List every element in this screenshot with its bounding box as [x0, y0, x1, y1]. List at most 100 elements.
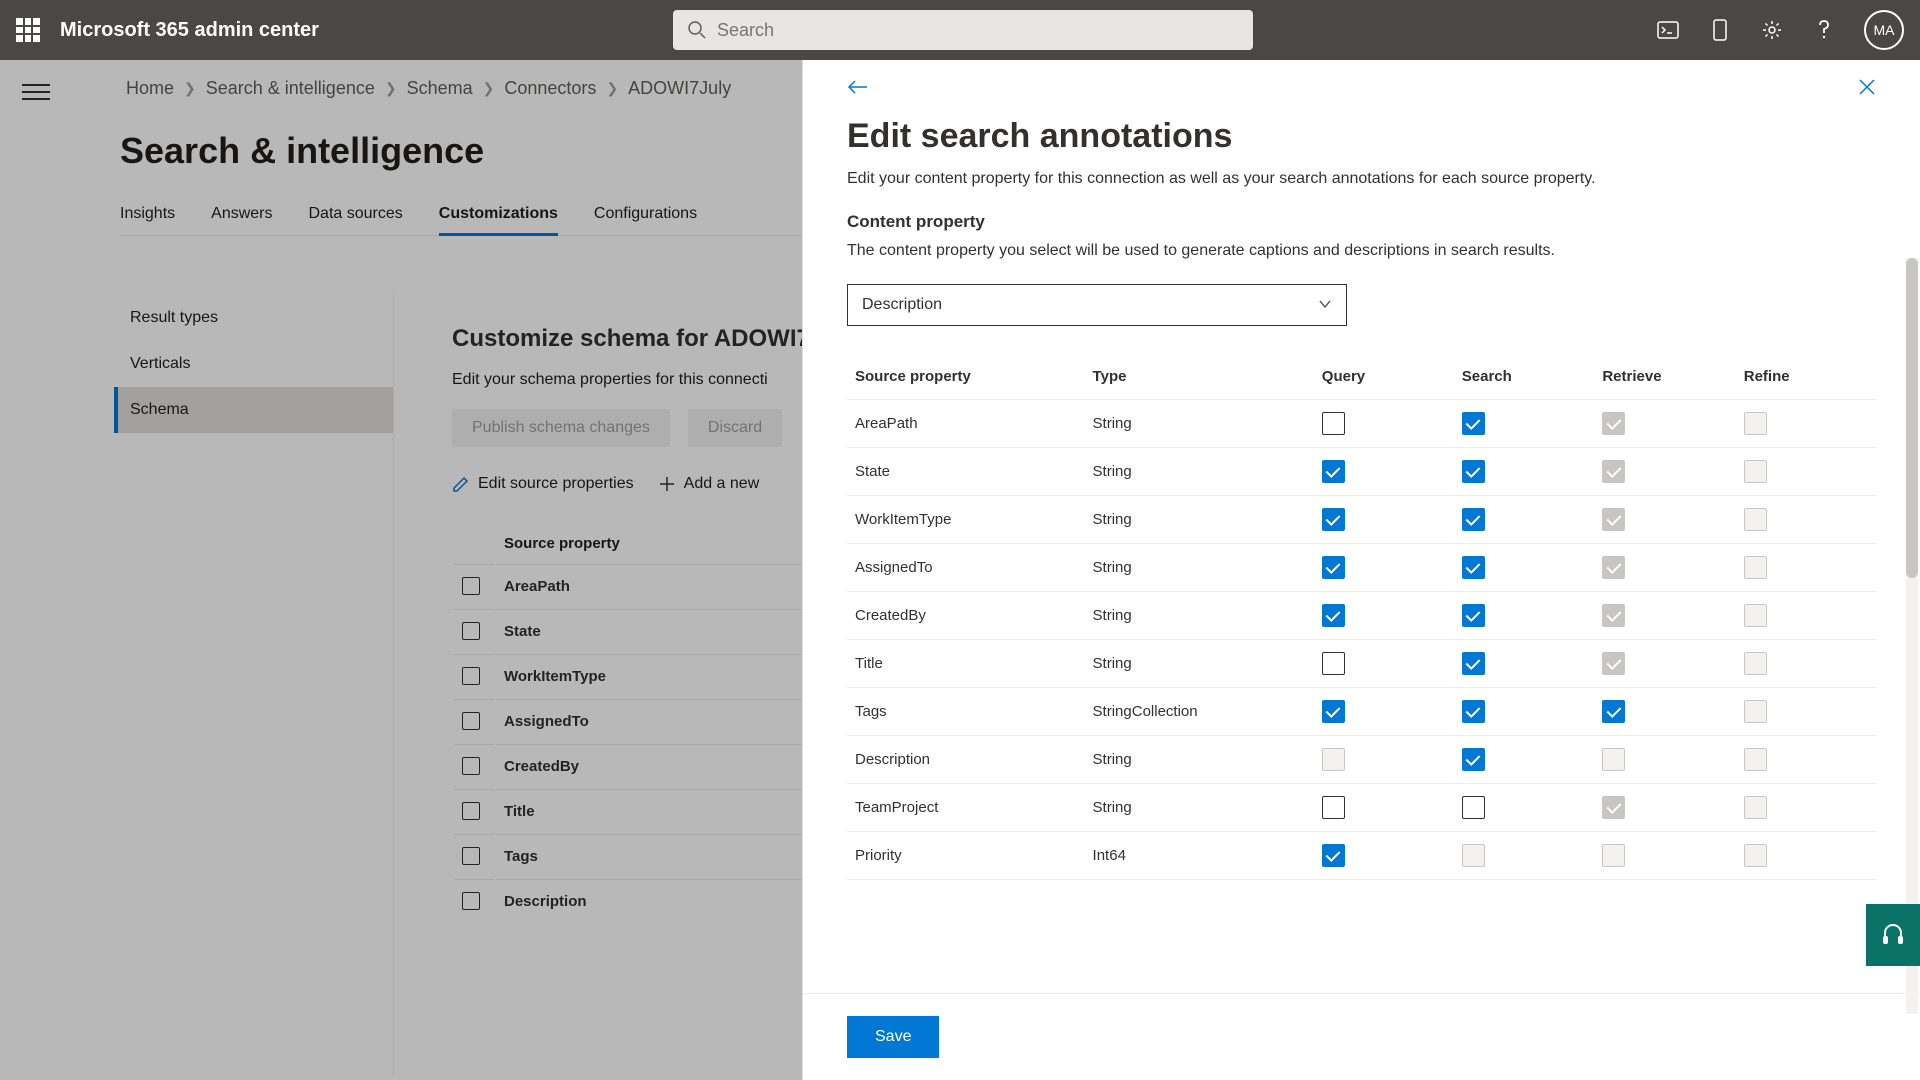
subnav-schema[interactable]: Schema	[114, 387, 393, 433]
tab-configurations[interactable]: Configurations	[594, 205, 697, 235]
checkbox[interactable]	[1462, 508, 1485, 531]
checkbox[interactable]	[1462, 604, 1485, 627]
cell-type: String	[1085, 640, 1314, 688]
add-new-button[interactable]: Add a new	[658, 475, 760, 493]
breadcrumb-item[interactable]: Home	[126, 78, 174, 99]
tab-answers[interactable]: Answers	[211, 205, 272, 235]
checkbox[interactable]	[1322, 556, 1345, 579]
breadcrumb-item[interactable]: Connectors	[504, 78, 596, 99]
row-checkbox[interactable]	[462, 667, 480, 685]
breadcrumb-item[interactable]: ADOWI7July	[628, 78, 731, 99]
checkbox[interactable]	[1322, 508, 1345, 531]
discard-button[interactable]: Discard	[688, 409, 782, 447]
checkbox[interactable]	[1462, 748, 1485, 771]
link-label: Add a new	[684, 475, 760, 493]
checkbox[interactable]	[1462, 556, 1485, 579]
tab-data-sources[interactable]: Data sources	[309, 205, 403, 235]
column-header[interactable]: Query	[1314, 356, 1454, 400]
cell-type: String	[1085, 400, 1314, 448]
column-header[interactable]: Type	[1085, 356, 1314, 400]
checkbox[interactable]	[1322, 460, 1345, 483]
annotations-table: Source property Type Query Search Retrie…	[847, 356, 1876, 880]
row-checkbox[interactable]	[462, 577, 480, 595]
table-row: WorkItemType String	[847, 496, 1876, 544]
checkbox	[1744, 556, 1767, 579]
checkbox[interactable]	[1462, 700, 1485, 723]
search-input[interactable]	[717, 20, 1239, 41]
checkbox[interactable]	[1322, 604, 1345, 627]
checkbox	[1744, 700, 1767, 723]
chevron-down-icon	[1318, 296, 1332, 314]
cell-type: Int64	[1085, 832, 1314, 880]
checkbox[interactable]	[1462, 460, 1485, 483]
gear-icon[interactable]	[1760, 18, 1784, 42]
edit-annotations-panel: Edit search annotations Edit your conten…	[802, 60, 1920, 1080]
save-button[interactable]: Save	[847, 1016, 939, 1058]
row-checkbox[interactable]	[462, 757, 480, 775]
global-search[interactable]	[673, 10, 1253, 50]
chevron-right-icon: ❯	[385, 80, 397, 97]
column-header[interactable]: Retrieve	[1594, 356, 1735, 400]
topbar: Microsoft 365 admin center MA	[0, 0, 1920, 60]
subnav-result-types[interactable]: Result types	[114, 295, 393, 341]
checkbox[interactable]	[1602, 700, 1625, 723]
subnav-verticals[interactable]: Verticals	[114, 341, 393, 387]
checkbox	[1744, 460, 1767, 483]
breadcrumb-item[interactable]: Schema	[407, 78, 473, 99]
edit-icon	[452, 475, 470, 493]
tab-customizations[interactable]: Customizations	[439, 205, 558, 235]
checkbox[interactable]	[1322, 652, 1345, 675]
cell-source: Description	[847, 736, 1085, 784]
row-checkbox[interactable]	[462, 892, 480, 910]
avatar[interactable]: MA	[1864, 10, 1904, 50]
chevron-right-icon: ❯	[184, 80, 196, 97]
column-header[interactable]: Source property	[847, 356, 1085, 400]
tab-insights[interactable]: Insights	[120, 205, 175, 235]
checkbox[interactable]	[1322, 412, 1345, 435]
checkbox[interactable]	[1322, 700, 1345, 723]
close-button[interactable]	[1858, 78, 1876, 99]
breadcrumb-item[interactable]: Search & intelligence	[206, 78, 375, 99]
checkbox[interactable]	[1462, 412, 1485, 435]
nav-toggle-icon[interactable]	[22, 78, 50, 106]
back-button[interactable]	[847, 78, 869, 99]
row-checkbox[interactable]	[462, 847, 480, 865]
table-row: AreaPath String	[847, 400, 1876, 448]
table-row: Priority Int64	[847, 832, 1876, 880]
help-fab[interactable]	[1866, 904, 1920, 966]
table-row: State String	[847, 448, 1876, 496]
column-header[interactable]: Refine	[1736, 356, 1876, 400]
row-checkbox[interactable]	[462, 802, 480, 820]
link-label: Edit source properties	[478, 475, 634, 493]
checkbox	[1602, 748, 1625, 771]
column-header[interactable]: Search	[1454, 356, 1595, 400]
cell-type: String	[1085, 592, 1314, 640]
headset-icon	[1880, 922, 1906, 948]
app-launcher-icon[interactable]	[16, 18, 40, 42]
help-icon[interactable]	[1812, 18, 1836, 42]
plus-icon	[658, 475, 676, 493]
checkbox	[1602, 844, 1625, 867]
scrollbar-thumb[interactable]	[1906, 258, 1918, 578]
dropdown-value: Description	[862, 296, 942, 314]
publish-button[interactable]: Publish schema changes	[452, 409, 670, 447]
cell-type: StringCollection	[1085, 688, 1314, 736]
checkbox	[1744, 796, 1767, 819]
row-checkbox[interactable]	[462, 622, 480, 640]
checkbox[interactable]	[1322, 844, 1345, 867]
app-title: Microsoft 365 admin center	[60, 19, 319, 42]
checkbox	[1602, 460, 1625, 483]
row-checkbox[interactable]	[462, 712, 480, 730]
table-row: Description String	[847, 736, 1876, 784]
checkbox[interactable]	[1462, 796, 1485, 819]
checkbox[interactable]	[1462, 652, 1485, 675]
edit-source-properties-button[interactable]: Edit source properties	[452, 475, 634, 493]
table-row: Tags StringCollection	[847, 688, 1876, 736]
cloud-shell-icon[interactable]	[1656, 18, 1680, 42]
checkbox	[1744, 604, 1767, 627]
checkbox[interactable]	[1322, 796, 1345, 819]
mobile-icon[interactable]	[1708, 18, 1732, 42]
content-property-dropdown[interactable]: Description	[847, 284, 1347, 326]
topbar-actions: MA	[1656, 10, 1904, 50]
scrollbar[interactable]	[1906, 258, 1918, 1014]
